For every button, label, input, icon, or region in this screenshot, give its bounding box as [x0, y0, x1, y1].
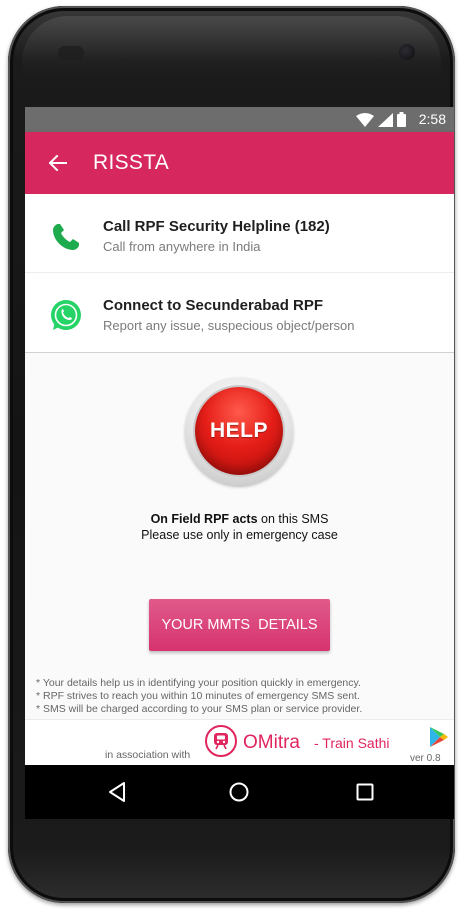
- omitra-train-logo-icon: [205, 725, 237, 757]
- phone-icon: [53, 224, 79, 250]
- footnote: * RPF strives to reach you within 10 min…: [36, 690, 360, 702]
- omitra-brand: OMitra: [243, 732, 300, 753]
- help-note-line1: On Field RPF acts on this SMS: [25, 512, 454, 526]
- nav-home-icon: [229, 782, 249, 802]
- nav-back-icon: [109, 782, 125, 802]
- arrow-back-icon: [49, 155, 67, 171]
- association-prefix: in association with: [105, 749, 191, 761]
- battery-icon: [397, 112, 406, 127]
- footnote: * Your details help us in identifying yo…: [36, 677, 361, 689]
- help-note-bold: On Field RPF acts: [150, 512, 258, 526]
- help-note-rest: on this SMS: [257, 512, 329, 526]
- bezel-highlight: [22, 16, 441, 76]
- nav-home-button[interactable]: [226, 779, 252, 805]
- version-label: ver 0.8: [410, 753, 441, 764]
- nav-recents-icon: [356, 783, 374, 801]
- cell-signal-icon: [378, 112, 393, 127]
- connect-rpf-item[interactable]: Connect to Secunderabad RPF Report any i…: [25, 273, 454, 353]
- mmts-details-label: YOUR MMTS DETAILS: [161, 617, 318, 633]
- phone-screen: 2:58 RISSTA Call RPF Security Helpline (…: [25, 107, 454, 819]
- call-helpline-title: Call RPF Security Helpline (182): [103, 218, 330, 235]
- whatsapp-icon: [51, 300, 81, 330]
- status-icons: [356, 112, 406, 127]
- help-note-line2: Please use only in emergency case: [141, 528, 338, 542]
- navigation-bar: [25, 765, 454, 819]
- omitra-tagline: - Train Sathi: [314, 735, 390, 751]
- wifi-icon: [356, 112, 374, 127]
- mmts-details-button[interactable]: YOUR MMTS DETAILS: [149, 599, 330, 651]
- back-button[interactable]: [43, 148, 73, 178]
- app-title: RISSTA: [93, 151, 170, 174]
- help-button[interactable]: HELP: [185, 377, 293, 485]
- help-button-core: HELP: [195, 387, 283, 475]
- call-helpline-subtitle: Call from anywhere in India: [103, 239, 261, 254]
- nav-recents-button[interactable]: [352, 779, 378, 805]
- status-bar: 2:58: [25, 107, 454, 132]
- front-camera: [399, 44, 415, 60]
- status-time: 2:58: [418, 111, 446, 127]
- connect-rpf-subtitle: Report any issue, suspecious object/pers…: [103, 318, 355, 333]
- connect-rpf-title: Connect to Secunderabad RPF: [103, 297, 324, 314]
- speaker-grille: [58, 46, 84, 60]
- call-helpline-item[interactable]: Call RPF Security Helpline (182) Call fr…: [25, 194, 454, 273]
- footnote: * SMS will be charged according to your …: [36, 703, 363, 715]
- association-banner[interactable]: in association with OMitra - Train Sathi…: [25, 719, 454, 766]
- help-button-label: HELP: [209, 419, 268, 442]
- nav-back-button[interactable]: [104, 779, 130, 805]
- play-store-icon[interactable]: [429, 726, 449, 748]
- app-bar: RISSTA: [25, 132, 454, 194]
